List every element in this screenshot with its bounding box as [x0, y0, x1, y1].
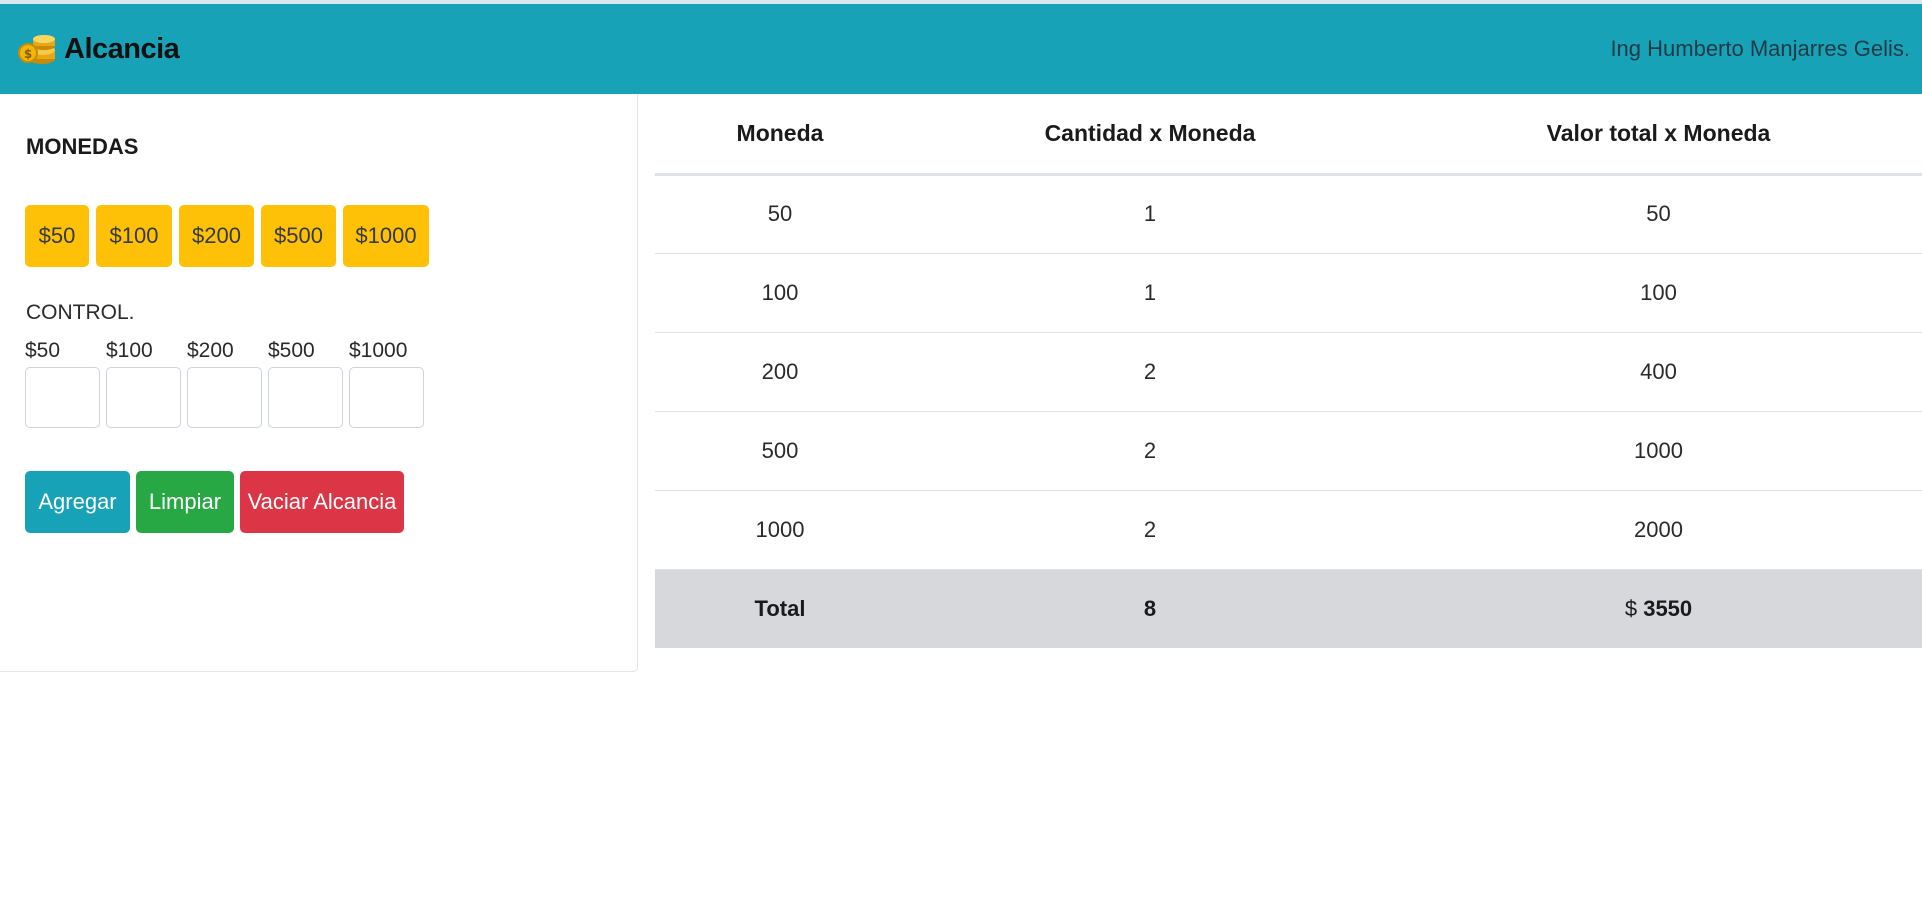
control-field-200: $200 — [187, 339, 262, 428]
header-quantity: Cantidad x Moneda — [905, 94, 1395, 176]
total-row: Total 8 $ 3550 — [655, 568, 1922, 648]
coins-title: MONEDAS — [26, 134, 139, 159]
coins-table-container: Moneda Cantidad x Moneda Valor total x M… — [655, 94, 1922, 648]
coin-button-200[interactable]: $200 — [179, 205, 254, 267]
action-buttons: Agregar Limpiar Vaciar Alcancia — [25, 471, 410, 533]
brand[interactable]: $ Alcancia — [18, 28, 180, 70]
cell-coin: 500 — [655, 410, 905, 490]
cell-quantity: 1 — [905, 173, 1395, 253]
cell-quantity: 2 — [905, 331, 1395, 411]
cell-coin: 1000 — [655, 489, 905, 569]
coins-panel: MONEDAS $50 $100 $200 $500 $1000 CONTROL… — [0, 94, 638, 672]
coin-buttons: $50 $100 $200 $500 $1000 — [25, 205, 436, 267]
cell-quantity: 1 — [905, 252, 1395, 332]
total-count: 8 — [905, 568, 1395, 648]
table-row: 100 1 100 — [655, 252, 1922, 332]
total-currency: $ — [1624, 595, 1638, 621]
coin-button-1000[interactable]: $1000 — [343, 205, 429, 267]
cell-coin: 50 — [655, 173, 905, 253]
control-label-200: $200 — [187, 339, 234, 362]
coin-button-100[interactable]: $100 — [96, 205, 172, 267]
table-row: 200 2 400 — [655, 331, 1922, 411]
cell-value: 50 — [1395, 173, 1922, 253]
control-input-100[interactable] — [106, 367, 181, 428]
clear-button[interactable]: Limpiar — [136, 471, 234, 533]
control-label-50: $50 — [25, 339, 61, 362]
table-row: 500 2 1000 — [655, 410, 1922, 490]
total-label: Total — [655, 568, 905, 648]
cell-quantity: 2 — [905, 489, 1395, 569]
author-name: Ing Humberto Manjarres Gelis. — [1610, 36, 1910, 61]
control-input-200[interactable] — [187, 367, 262, 428]
empty-bank-button[interactable]: Vaciar Alcancia — [240, 471, 404, 533]
cell-value: 400 — [1395, 331, 1922, 411]
control-field-50: $50 — [25, 339, 100, 428]
total-value: 3550 — [1643, 595, 1693, 621]
coins-table: Moneda Cantidad x Moneda Valor total x M… — [655, 94, 1922, 648]
cell-value: 100 — [1395, 252, 1922, 332]
table-header-row: Moneda Cantidad x Moneda Valor total x M… — [655, 94, 1922, 176]
control-input-50[interactable] — [25, 367, 100, 428]
brand-title: Alcancia — [64, 32, 180, 65]
header-total-value: Valor total x Moneda — [1395, 94, 1922, 176]
table-row: 50 1 50 — [655, 173, 1922, 253]
add-button[interactable]: Agregar — [25, 471, 130, 533]
control-label-100: $100 — [106, 339, 153, 362]
control-field-100: $100 — [106, 339, 181, 428]
cell-coin: 200 — [655, 331, 905, 411]
control-title: CONTROL. — [26, 301, 135, 324]
control-input-1000[interactable] — [349, 367, 424, 428]
table-row: 1000 2 2000 — [655, 489, 1922, 569]
coins-icon: $ — [18, 35, 55, 64]
header-coin: Moneda — [655, 94, 905, 176]
cell-value: 1000 — [1395, 410, 1922, 490]
total-value-cell: $ 3550 — [1395, 568, 1922, 648]
cell-quantity: 2 — [905, 410, 1395, 490]
control-field-500: $500 — [268, 339, 343, 428]
control-label-500: $500 — [268, 339, 315, 362]
cell-coin: 100 — [655, 252, 905, 332]
cell-value: 2000 — [1395, 489, 1922, 569]
control-label-1000: $1000 — [349, 339, 408, 362]
control-field-1000: $1000 — [349, 339, 424, 428]
coin-button-500[interactable]: $500 — [261, 205, 336, 267]
navbar: $ Alcancia Ing Humberto Manjarres Gelis. — [0, 4, 1922, 94]
svg-text:$: $ — [24, 47, 32, 61]
control-input-500[interactable] — [268, 367, 343, 428]
coin-button-50[interactable]: $50 — [25, 205, 89, 267]
